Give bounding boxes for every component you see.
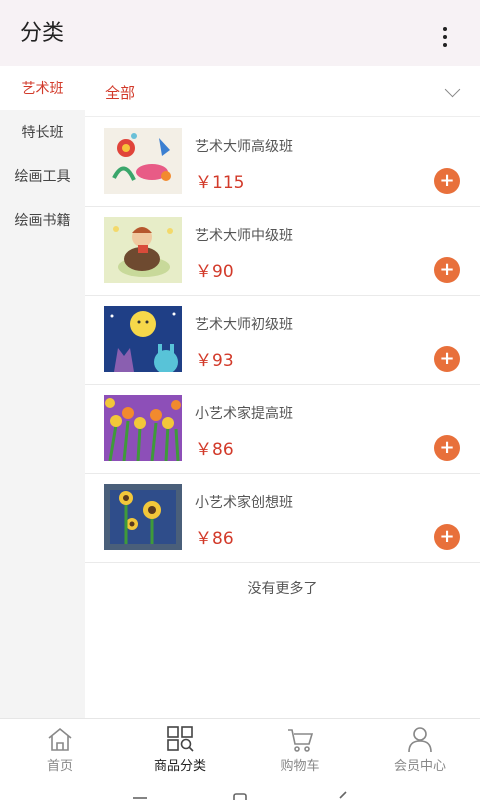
tab-label: 商品分类: [153, 759, 206, 774]
app-header: 分类: [0, 0, 480, 66]
tab-cart[interactable]: 购物车: [240, 719, 360, 779]
product-price: ￥115: [195, 173, 245, 193]
product-thumbnail: [104, 306, 182, 372]
product-thumbnail: [104, 128, 182, 194]
tab-category[interactable]: 商品分类: [120, 719, 240, 779]
chevron-down-icon: [444, 81, 461, 98]
tab-label: 会员中心: [393, 759, 446, 774]
product-list: 艺术大师高级班 ￥115 + 艺术大师中级班 ￥90 + 艺术大师初级班 ￥93…: [85, 118, 480, 563]
list-item[interactable]: 艺术大师中级班 ￥90 +: [85, 207, 480, 296]
page-title: 分类: [20, 21, 65, 46]
category-sidebar: 艺术班 特长班 绘画工具 绘画书籍: [0, 66, 85, 718]
sidebar-item-art-class[interactable]: 艺术班: [0, 66, 85, 110]
list-end-text: 没有更多了: [247, 581, 318, 597]
category-icon: [167, 726, 194, 752]
home-icon: [48, 727, 72, 751]
system-nav-bar: [0, 778, 480, 800]
product-name: 艺术大师中级班: [195, 228, 293, 244]
add-to-cart-button[interactable]: +: [434, 435, 460, 461]
tab-label: 首页: [46, 759, 73, 774]
sidebar-item-specialty-class[interactable]: 特长班: [0, 110, 85, 154]
menu-icon[interactable]: [132, 790, 148, 800]
list-item[interactable]: 小艺术家创想班 ￥86 +: [85, 474, 480, 563]
add-to-cart-button[interactable]: +: [434, 346, 460, 372]
product-name: 艺术大师高级班: [195, 139, 293, 155]
bottom-tab-bar: 首页 商品分类 购物车 会员中心: [0, 718, 480, 779]
filter-label: 全部: [105, 84, 136, 102]
add-to-cart-button[interactable]: +: [434, 168, 460, 194]
product-price: ￥86: [195, 440, 234, 460]
list-item[interactable]: 艺术大师初级班 ￥93 +: [85, 296, 480, 385]
cart-icon: [288, 729, 314, 752]
sidebar-item-painting-books[interactable]: 绘画书籍: [0, 198, 85, 242]
product-thumbnail: [104, 395, 182, 461]
product-price: ￥93: [195, 351, 234, 371]
user-icon: [408, 727, 432, 753]
list-item[interactable]: 小艺术家提高班 ￥86 +: [85, 385, 480, 474]
product-name: 小艺术家提高班: [195, 406, 293, 422]
home-button-icon[interactable]: [232, 790, 248, 800]
product-price: ￥86: [195, 529, 234, 549]
product-thumbnail: [104, 484, 182, 550]
sidebar-item-painting-tools[interactable]: 绘画工具: [0, 154, 85, 198]
add-to-cart-button[interactable]: +: [434, 257, 460, 283]
list-item[interactable]: 艺术大师高级班 ￥115 +: [85, 118, 480, 207]
back-icon[interactable]: [334, 790, 350, 800]
tab-member[interactable]: 会员中心: [360, 719, 480, 779]
more-menu-icon[interactable]: [430, 22, 460, 52]
tab-label: 购物车: [280, 759, 320, 774]
filter-dropdown[interactable]: 全部: [85, 66, 480, 117]
tab-home[interactable]: 首页: [0, 719, 120, 779]
product-name: 艺术大师初级班: [195, 317, 293, 333]
product-thumbnail: [104, 217, 182, 283]
product-name: 小艺术家创想班: [195, 495, 293, 511]
add-to-cart-button[interactable]: +: [434, 524, 460, 550]
product-price: ￥90: [195, 262, 234, 282]
